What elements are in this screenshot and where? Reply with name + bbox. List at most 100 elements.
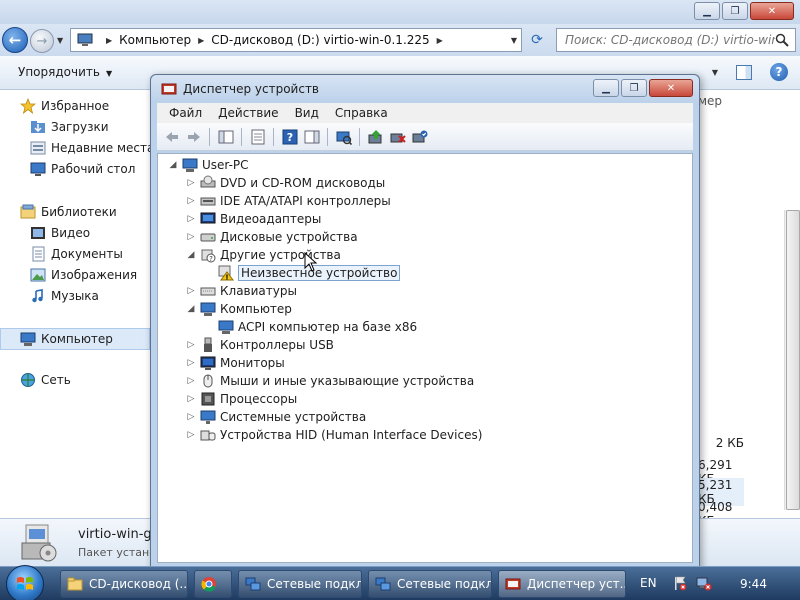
- computer-icon: [182, 157, 198, 173]
- usb-icon: [200, 337, 216, 353]
- breadcrumb-computer[interactable]: Компьютер: [119, 33, 191, 47]
- expand-arrow-icon[interactable]: ▷: [186, 376, 196, 386]
- tree-node-ide-controllers[interactable]: ▷ IDE ATA/ATAPI контроллеры: [186, 192, 391, 210]
- expand-arrow-icon[interactable]: ▷: [186, 412, 196, 422]
- tree-node-disk-drives[interactable]: ▷ Дисковые устройства: [186, 228, 358, 246]
- device-manager-titlebar[interactable]: Диспетчер устройств ▁ ❐ ✕: [151, 75, 699, 103]
- action-pane-button[interactable]: [303, 128, 321, 146]
- collapse-arrow-icon[interactable]: ◢: [186, 250, 196, 260]
- nav-network[interactable]: Сеть: [20, 372, 71, 388]
- breadcrumb-cd-drive[interactable]: CD-дисковод (D:) virtio-win-0.1.225: [211, 33, 429, 47]
- address-bar[interactable]: ▶ Компьютер ▶ CD-дисковод (D:) virtio-wi…: [70, 28, 522, 52]
- nav-item-music[interactable]: Музыка: [30, 288, 99, 304]
- minimize-button[interactable]: ▁: [694, 2, 720, 20]
- close-button[interactable]: ✕: [750, 2, 794, 20]
- taskbar-item-network-connections-2[interactable]: Сетевые подкл...: [368, 570, 492, 598]
- computer-icon: [20, 331, 36, 347]
- tree-node-mice[interactable]: ▷ Мыши и иные указывающие устройства: [186, 372, 475, 390]
- collapse-arrow-icon[interactable]: ◢: [186, 304, 196, 314]
- device-manager-window-controls: ▁ ❐ ✕: [593, 79, 693, 97]
- search-icon[interactable]: [775, 33, 789, 47]
- network-disconnected-icon[interactable]: [696, 575, 712, 591]
- minimize-button[interactable]: ▁: [593, 79, 619, 97]
- back-button[interactable]: [163, 128, 181, 146]
- tree-node-computer[interactable]: ◢ Компьютер: [186, 300, 292, 318]
- dvd-drive-icon: [200, 175, 216, 191]
- help-button[interactable]: ?: [281, 128, 299, 146]
- nav-computer[interactable]: Компьютер: [0, 328, 150, 350]
- tree-node-acpi-computer[interactable]: ACPI компьютер на базе x86: [204, 318, 417, 336]
- show-hide-console-tree-button[interactable]: [217, 128, 235, 146]
- taskbar-item-chrome[interactable]: [194, 570, 232, 598]
- properties-button[interactable]: [249, 128, 267, 146]
- nav-item-video[interactable]: Видео: [30, 225, 90, 241]
- expand-arrow-icon[interactable]: ▷: [186, 340, 196, 350]
- taskbar-item-network-connections-1[interactable]: Сетевые подкл...: [238, 570, 362, 598]
- collapse-arrow-icon[interactable]: ◢: [168, 160, 178, 170]
- expand-arrow-icon[interactable]: ▷: [186, 286, 196, 296]
- back-button[interactable]: ←: [2, 27, 28, 53]
- tree-node-label: Мыши и иные указывающие устройства: [220, 374, 475, 388]
- breadcrumb-separator-icon[interactable]: ▶: [106, 36, 112, 45]
- tree-node-unknown-device[interactable]: ! Неизвестное устройство: [204, 264, 401, 282]
- breadcrumb-separator-icon[interactable]: ▶: [198, 36, 204, 45]
- taskbar-item-explorer[interactable]: CD-дисковод (...: [60, 570, 188, 598]
- start-button[interactable]: [6, 565, 44, 600]
- refresh-button[interactable]: ⟳: [526, 30, 548, 50]
- expand-arrow-icon[interactable]: ▷: [186, 214, 196, 224]
- close-button[interactable]: ✕: [649, 79, 693, 97]
- maximize-button[interactable]: ❐: [722, 2, 748, 20]
- maximize-button[interactable]: ❐: [621, 79, 647, 97]
- nav-item-documents[interactable]: Документы: [30, 246, 123, 262]
- input-language-indicator[interactable]: EN: [640, 576, 657, 590]
- view-options-dropdown[interactable]: ▼: [712, 68, 718, 77]
- breadcrumb-separator-icon[interactable]: ▶: [437, 36, 443, 45]
- uninstall-device-button[interactable]: [389, 128, 407, 146]
- action-center-flag-icon[interactable]: [672, 575, 688, 591]
- expand-arrow-icon[interactable]: ▷: [186, 394, 196, 404]
- tree-node-system-devices[interactable]: ▷ Системные устройства: [186, 408, 366, 426]
- nav-item-pictures[interactable]: Изображения: [30, 267, 137, 283]
- scrollbar-thumb[interactable]: [786, 210, 800, 510]
- file-list-scrollbar[interactable]: [784, 210, 800, 510]
- organize-button[interactable]: Упорядочить ▼: [18, 65, 112, 79]
- clock[interactable]: 9:44: [740, 577, 767, 591]
- nav-libraries[interactable]: Библиотеки: [20, 204, 117, 220]
- tree-root-user-pc[interactable]: ◢ User-PC: [168, 156, 249, 174]
- tree-node-hid-devices[interactable]: ▷ Устройства HID (Human Interface Device…: [186, 426, 483, 444]
- expand-arrow-icon[interactable]: ▷: [186, 178, 196, 188]
- help-icon[interactable]: ?: [770, 63, 788, 81]
- expand-arrow-icon[interactable]: ▷: [186, 232, 196, 242]
- tree-node-keyboards[interactable]: ▷ Клавиатуры: [186, 282, 297, 300]
- search-input[interactable]: [565, 33, 775, 47]
- expand-arrow-icon[interactable]: ▷: [186, 358, 196, 368]
- menu-file[interactable]: Файл: [169, 106, 202, 120]
- menu-action[interactable]: Действие: [218, 106, 278, 120]
- forward-button[interactable]: →: [30, 29, 54, 53]
- enable-device-button[interactable]: [411, 128, 429, 146]
- taskbar-item-device-manager[interactable]: Диспетчер уст...: [498, 570, 626, 598]
- forward-button[interactable]: [185, 128, 203, 146]
- nav-item-recent-places[interactable]: Недавние места: [30, 140, 154, 156]
- history-dropdown[interactable]: ▼: [57, 36, 63, 45]
- nav-favorites[interactable]: Избранное: [20, 98, 109, 114]
- tree-node-usb-controllers[interactable]: ▷ Контроллеры USB: [186, 336, 334, 354]
- size-column-header[interactable]: мер: [698, 94, 722, 108]
- scan-hardware-changes-button[interactable]: [335, 128, 353, 146]
- tree-node-label: Процессоры: [220, 392, 298, 406]
- tree-node-monitors[interactable]: ▷ Мониторы: [186, 354, 285, 372]
- address-dropdown[interactable]: ▼: [511, 36, 517, 45]
- nav-item-desktop[interactable]: Рабочий стол: [30, 161, 135, 177]
- tree-node-dvd-drives[interactable]: ▷ DVD и CD-ROM дисководы: [186, 174, 385, 192]
- tree-node-processors[interactable]: ▷ Процессоры: [186, 390, 298, 408]
- menu-view[interactable]: Вид: [295, 106, 319, 120]
- update-driver-button[interactable]: [367, 128, 385, 146]
- preview-pane-icon[interactable]: [736, 64, 752, 80]
- computer-icon: [77, 33, 93, 46]
- nav-item-downloads[interactable]: Загрузки: [30, 119, 109, 135]
- nav-item-label: Рабочий стол: [51, 162, 136, 176]
- expand-arrow-icon[interactable]: ▷: [186, 430, 196, 440]
- tree-node-display-adapters[interactable]: ▷ Видеоадаптеры: [186, 210, 322, 228]
- menu-help[interactable]: Справка: [335, 106, 388, 120]
- expand-arrow-icon[interactable]: ▷: [186, 196, 196, 206]
